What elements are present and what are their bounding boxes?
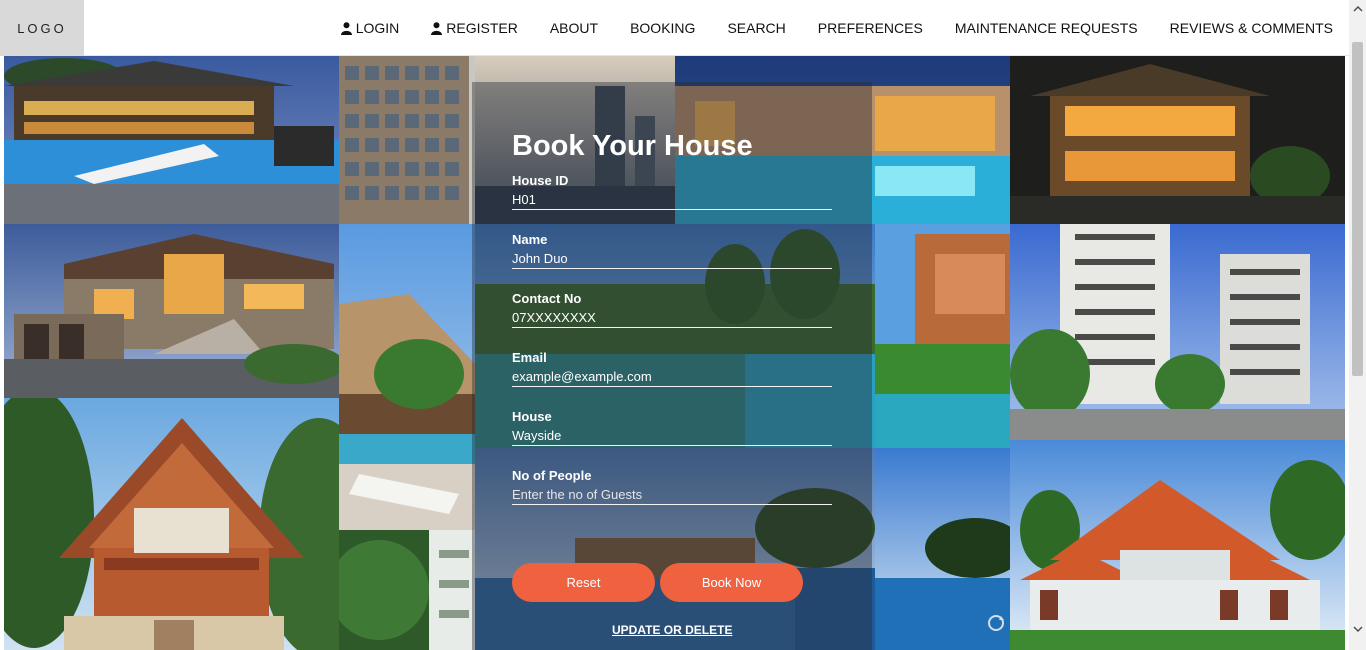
email-input[interactable] — [512, 367, 832, 387]
photo-villa-pool-dusk — [4, 56, 339, 224]
house-field: House — [512, 408, 832, 467]
user-icon — [340, 21, 352, 35]
email-field: Email — [512, 349, 832, 408]
house-label: House — [512, 409, 552, 424]
booking-form: Book Your House House ID Name Contact No… — [512, 126, 832, 526]
refresh-icon[interactable] — [987, 614, 1005, 632]
nav-maintenance-requests[interactable]: MAINTENANCE REQUESTS — [955, 20, 1138, 36]
name-field: Name — [512, 231, 832, 290]
site-logo[interactable]: LOGO — [0, 0, 84, 56]
reset-button[interactable]: Reset — [512, 563, 655, 602]
book-now-button[interactable]: Book Now — [660, 563, 803, 602]
contact-no-label: Contact No — [512, 291, 582, 306]
scroll-down-icon[interactable] — [1349, 620, 1366, 637]
house-id-input[interactable] — [512, 190, 832, 210]
form-actions: Reset Book Now — [512, 563, 808, 602]
nav-register-label: REGISTER — [446, 20, 518, 36]
photo-wooden-house-night — [1010, 56, 1345, 224]
nav-register[interactable]: REGISTER — [431, 20, 518, 36]
house-id-label: House ID — [512, 173, 569, 188]
main-nav: LOGIN REGISTER ABOUT BOOKING SEARCH PREF… — [309, 0, 1333, 56]
scrollbar-thumb[interactable] — [1352, 42, 1363, 376]
email-label: Email — [512, 350, 547, 365]
nav-booking[interactable]: BOOKING — [630, 20, 695, 36]
photo-tall-building — [339, 56, 475, 224]
name-label: Name — [512, 232, 548, 247]
house-input[interactable] — [512, 426, 832, 446]
photo-beach-pavilion — [875, 224, 1010, 448]
update-or-delete-link[interactable]: UPDATE OR DELETE — [612, 623, 732, 637]
no-of-people-input[interactable] — [512, 485, 832, 505]
nav-login-label: LOGIN — [355, 20, 400, 36]
photo-modern-house — [4, 224, 339, 398]
no-of-people-label: No of People — [512, 468, 592, 483]
contact-no-field: Contact No — [512, 290, 832, 349]
nav-login[interactable]: LOGIN — [340, 20, 400, 36]
name-input[interactable] — [512, 249, 832, 269]
no-of-people-field: No of People — [512, 467, 832, 526]
photo-white-house-red-roof — [1010, 440, 1345, 650]
nav-search[interactable]: SEARCH — [727, 20, 785, 36]
photo-thatched-hut-pool — [339, 224, 475, 530]
nav-about[interactable]: ABOUT — [550, 20, 598, 36]
house-id-field: House ID — [512, 172, 832, 231]
top-navbar: LOGO LOGIN REGISTER ABOUT BOOKING SEARCH… — [0, 0, 1349, 56]
contact-no-input[interactable] — [512, 308, 832, 328]
user-icon — [431, 21, 443, 35]
page-scrollbar[interactable] — [1349, 0, 1366, 650]
form-title: Book Your House — [512, 130, 753, 162]
nav-preferences[interactable]: PREFERENCES — [818, 20, 923, 36]
photo-apartment-blocks — [1010, 224, 1345, 440]
photo-green-apartments — [339, 530, 475, 650]
nav-reviews-comments[interactable]: REVIEWS & COMMENTS — [1170, 20, 1333, 36]
scroll-up-icon[interactable] — [1349, 0, 1366, 17]
photo-a-frame-hut — [4, 398, 339, 650]
